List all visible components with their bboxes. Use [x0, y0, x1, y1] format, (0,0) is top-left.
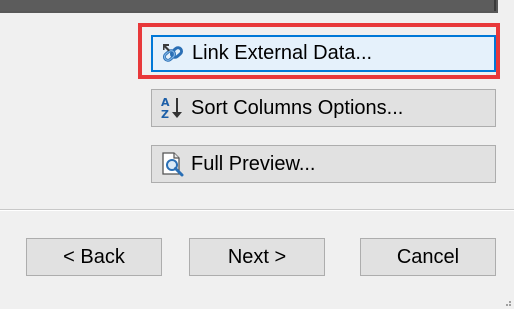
preview-icon — [159, 151, 185, 177]
cancel-button[interactable]: Cancel — [360, 238, 496, 276]
sort-columns-options-label: Sort Columns Options... — [191, 96, 404, 119]
next-button-label: Next > — [227, 245, 287, 268]
full-preview-button[interactable]: Full Preview... — [151, 145, 496, 183]
wizard-dialog: Link External Data... A Z Sort Columns O… — [0, 0, 514, 309]
back-button-label: < Back — [63, 245, 125, 268]
full-preview-label: Full Preview... — [191, 152, 316, 175]
cancel-button-label: Cancel — [396, 245, 460, 268]
footer-separator — [0, 209, 514, 211]
resize-grip[interactable] — [503, 298, 511, 306]
upper-pane-border — [0, 0, 496, 11]
svg-text:Z: Z — [161, 108, 169, 121]
highlight-annotation — [138, 23, 500, 79]
sort-columns-options-button[interactable]: A Z Sort Columns Options... — [151, 89, 496, 127]
upper-pane-edge — [0, 0, 498, 13]
back-button[interactable]: < Back — [26, 238, 162, 276]
sort-az-icon: A Z — [159, 95, 185, 121]
next-button[interactable]: Next > — [189, 238, 325, 276]
